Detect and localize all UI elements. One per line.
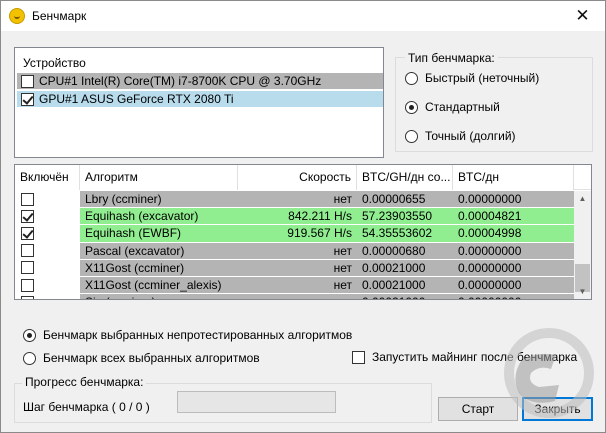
enabled-checkbox-cell[interactable]	[15, 208, 80, 225]
vertical-scrollbar[interactable]: ▲ ▼	[574, 191, 591, 299]
table-row[interactable]: Lbry (ccminer) нет 0.00000655 0.00000000	[15, 191, 574, 209]
radio-all-indicator[interactable]	[23, 351, 36, 365]
btc-gh-day-cell: 57.23903550	[362, 209, 433, 224]
start-mining-after-checkbox[interactable]	[352, 350, 365, 364]
column-header-btc-day[interactable]: BTC/дн	[453, 165, 574, 190]
radio-precise-label: Точный (долгий)	[425, 129, 516, 143]
table-row[interactable]: X11Gost (ccminer_alexis) нет 0.00021000 0.0…	[15, 276, 574, 295]
start-button[interactable]: Старт	[438, 397, 518, 421]
speed-cell: 919.567 H/s	[287, 226, 352, 241]
window-title: Бенчмарк	[32, 9, 87, 23]
algorithm-cell: Equihash (excavator)	[85, 209, 199, 224]
btc-day-cell: 0.00000000	[458, 277, 522, 292]
table-row[interactable]: X11Gost (ccminer) нет 0.00021000 0.00000000	[15, 259, 574, 277]
btc-gh-day-cell: 0.00021000	[357, 294, 453, 299]
benchmark-window: Бенчмарк ✕ Устройство CPU#1 Intel(R) Cor…	[0, 0, 606, 433]
benchmark-step-label: Шаг бенчмарка ( 0 / 0 )	[23, 400, 150, 414]
start-mining-after-checkbox-row[interactable]: Запустить майнинг после бенчмарка	[352, 350, 577, 364]
enabled-checkbox-cell[interactable]	[15, 294, 80, 299]
speed-cell: нет	[333, 192, 352, 206]
speed-cell: 842.211 H/s	[288, 209, 352, 224]
close-button[interactable]: Закрыть	[522, 397, 593, 421]
title-bar: Бенчмарк ✕	[1, 1, 605, 31]
column-header-algorithm[interactable]: Алгоритм	[80, 165, 238, 190]
speed-cell: нет	[333, 243, 352, 258]
enabled-checkbox-cell[interactable]	[15, 191, 80, 208]
table-row[interactable]: Pascal (excavator) нет 0.00000680 0.0000000…	[15, 242, 574, 260]
device-checkbox-cpu[interactable]	[21, 74, 34, 88]
radio-standard[interactable]: Стандартный	[405, 100, 500, 114]
grid-header: Включён Алгоритм Скорость BTC/GH/дн со..…	[15, 165, 591, 190]
app-icon	[9, 8, 25, 24]
enabled-checkbox-cell[interactable]	[15, 225, 80, 242]
speed-cell: нет	[238, 294, 357, 299]
algorithm-enabled-checkbox[interactable]	[21, 244, 34, 258]
radio-fast-label: Быстрый (неточный)	[425, 71, 540, 85]
btc-day-cell: 0.00000000	[458, 260, 522, 275]
algorithm-grid: Включён Алгоритм Скорость BTC/GH/дн со..…	[14, 164, 592, 300]
algorithm-enabled-checkbox[interactable]	[21, 295, 34, 299]
radio-untested[interactable]: Бенчмарк выбранных непротестированных ал…	[23, 328, 352, 342]
radio-precise[interactable]: Точный (долгий)	[405, 129, 516, 143]
radio-standard-indicator[interactable]	[405, 100, 418, 114]
scroll-up-icon[interactable]: ▲	[574, 191, 591, 206]
btc-gh-day-cell: 0.00021000	[362, 277, 426, 292]
btc-gh-day-cell: 54.35553602	[362, 226, 433, 241]
start-mining-after-label: Запустить майнинг после бенчмарка	[372, 350, 578, 364]
benchmark-type-legend: Тип бенчмарка:	[405, 51, 498, 65]
algorithm-enabled-checkbox[interactable]	[21, 226, 34, 240]
radio-fast[interactable]: Быстрый (неточный)	[405, 71, 539, 85]
algorithm-cell: Sia (ccminer)	[80, 294, 238, 299]
device-row-gpu[interactable]: GPU#1 ASUS GeForce RTX 2080 Ti	[17, 91, 383, 107]
algorithm-cell: Equihash (EWBF)	[85, 226, 182, 241]
close-icon: ✕	[575, 6, 590, 25]
grid-body: Lbry (ccminer) нет 0.00000655 0.00000000 Equ…	[15, 191, 574, 299]
algorithm-enabled-checkbox[interactable]	[21, 209, 34, 223]
btc-gh-day-cell: 0.00000680	[362, 243, 426, 258]
enabled-checkbox-cell[interactable]	[15, 276, 80, 294]
column-header-enabled[interactable]: Включён	[15, 165, 80, 190]
device-list: Устройство CPU#1 Intel(R) Core(TM) i7-87…	[14, 47, 384, 158]
device-list-header: Устройство	[23, 56, 86, 70]
radio-standard-label: Стандартный	[425, 100, 500, 114]
table-row[interactable]: Equihash (excavator) 842.211 H/s 57.239035…	[15, 208, 574, 226]
algorithm-cell: X11Gost (ccminer_alexis)	[85, 277, 222, 292]
table-row[interactable]: Equihash (EWBF) 919.567 H/s 54.35553602 0.0…	[15, 225, 574, 243]
device-checkbox-gpu[interactable]	[21, 92, 34, 106]
algorithm-enabled-checkbox[interactable]	[21, 278, 34, 292]
speed-cell: нет	[333, 277, 352, 292]
radio-untested-indicator[interactable]	[23, 328, 36, 342]
algorithm-enabled-checkbox[interactable]	[21, 261, 34, 275]
close-window-button[interactable]: ✕	[560, 1, 605, 31]
enabled-checkbox-cell[interactable]	[15, 259, 80, 276]
device-label-gpu: GPU#1 ASUS GeForce RTX 2080 Ti	[39, 92, 234, 106]
radio-all-label: Бенчмарк всех выбранных алгоритмов	[43, 351, 260, 365]
device-row-cpu[interactable]: CPU#1 Intel(R) Core(TM) i7-8700K CPU @ 3…	[17, 73, 383, 89]
device-label-cpu: CPU#1 Intel(R) Core(TM) i7-8700K CPU @ 3…	[39, 74, 322, 88]
radio-fast-indicator[interactable]	[405, 71, 418, 85]
scroll-down-icon[interactable]: ▼	[574, 284, 591, 299]
algorithm-cell: Lbry (ccminer)	[85, 192, 162, 206]
btc-day-cell: 0.00000000	[458, 192, 522, 206]
algorithm-cell: Pascal (excavator)	[85, 243, 185, 258]
table-row[interactable]: Sia (ccminer)нет0.000210000.00000000	[15, 294, 574, 299]
enabled-checkbox-cell[interactable]	[15, 242, 80, 259]
benchmark-progress-bar	[177, 391, 336, 413]
progress-legend: Прогресс бенчмарка:	[22, 375, 147, 389]
algorithm-cell: X11Gost (ccminer)	[85, 260, 185, 275]
btc-day-cell: 0.00004821	[458, 209, 522, 224]
btc-day-cell: 0.00000000	[458, 243, 522, 258]
column-header-btc-gh-day[interactable]: BTC/GH/дн со...	[357, 165, 453, 190]
algorithm-enabled-checkbox[interactable]	[21, 192, 34, 206]
speed-cell: нет	[333, 260, 352, 275]
btc-gh-day-cell: 0.00000655	[362, 192, 426, 206]
btc-day-cell: 0.00000000	[453, 294, 574, 299]
radio-untested-label: Бенчмарк выбранных непротестированных ал…	[43, 328, 353, 342]
radio-all[interactable]: Бенчмарк всех выбранных алгоритмов	[23, 351, 260, 365]
btc-day-cell: 0.00004998	[458, 226, 522, 241]
radio-precise-indicator[interactable]	[405, 129, 418, 143]
btc-gh-day-cell: 0.00021000	[362, 260, 426, 275]
column-header-speed[interactable]: Скорость	[238, 165, 357, 190]
